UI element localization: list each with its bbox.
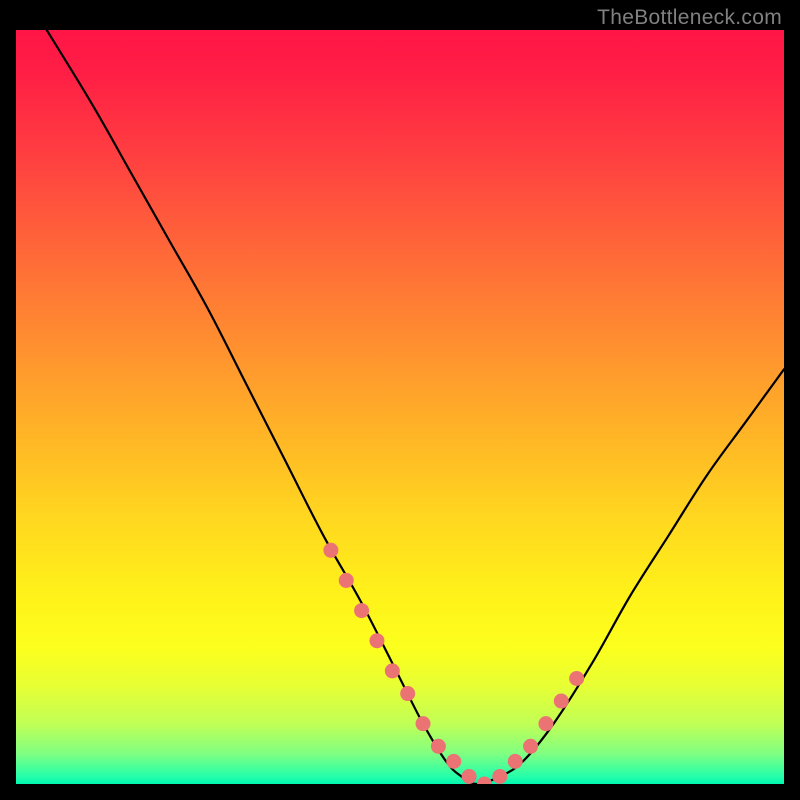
gpu-marker xyxy=(446,754,461,769)
plot-area xyxy=(16,30,784,784)
gpu-marker xyxy=(523,739,538,754)
gpu-marker xyxy=(569,671,584,686)
watermark-text: TheBottleneck.com xyxy=(597,6,782,30)
gpu-marker xyxy=(538,716,553,731)
gpu-marker xyxy=(416,716,431,731)
bottleneck-chart xyxy=(16,30,784,784)
gpu-marker xyxy=(323,543,338,558)
gpu-marker xyxy=(554,694,569,709)
bottleneck-curve xyxy=(47,30,784,784)
gpu-marker xyxy=(492,769,507,784)
gpu-marker xyxy=(477,777,492,785)
gpu-marker-group xyxy=(323,543,584,784)
gpu-marker xyxy=(339,573,354,588)
gpu-marker xyxy=(431,739,446,754)
chart-frame: TheBottleneck.com xyxy=(0,0,800,800)
gpu-marker xyxy=(508,754,523,769)
gpu-marker xyxy=(462,769,477,784)
gpu-marker xyxy=(385,663,400,678)
gpu-marker xyxy=(400,686,415,701)
gpu-marker xyxy=(354,603,369,618)
gpu-marker xyxy=(369,633,384,648)
